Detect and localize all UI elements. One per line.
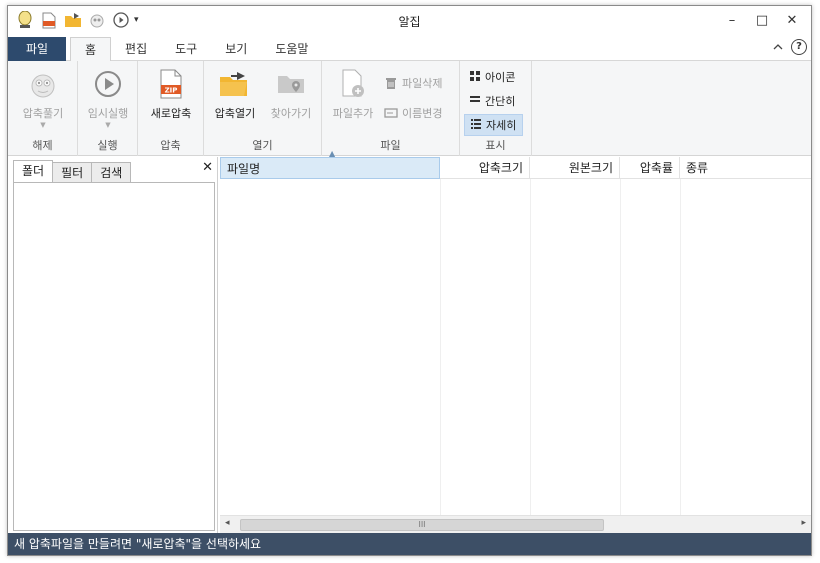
scroll-left-icon[interactable]: ◂ — [225, 518, 230, 528]
new-archive-label: 새로압축 — [150, 107, 192, 120]
left-panel: 폴더 필터 검색 ✕ — [11, 157, 218, 533]
main-window: ▾ 알집 – □ ✕ 파일 홈 편집 도구 보기 도움말 ? 압축풀기 ▼ 해제… — [7, 5, 812, 556]
column-divider — [530, 179, 531, 515]
group-run: 임시실행 ▼ 실행 — [78, 61, 138, 156]
group-label-open: 열기 — [252, 139, 273, 152]
file-list[interactable]: ▲ 파일명 압축크기 원본크기 압축률 종류 ◂ III ▸ — [220, 149, 811, 533]
add-file-icon — [336, 67, 370, 101]
temp-run-label: 임시실행 — [87, 107, 129, 120]
group-label-extract: 해제 — [32, 139, 53, 152]
open-folder-icon — [218, 67, 252, 101]
add-file-button[interactable]: 파일추가 — [326, 67, 380, 121]
view-simple-label: 간단히 — [485, 95, 516, 108]
group-label-view: 표시 — [485, 139, 506, 152]
tab-edit[interactable]: 편집 — [111, 37, 161, 61]
help-icon[interactable]: ? — [791, 39, 807, 55]
list-icon — [470, 95, 480, 108]
sort-ascending-icon: ▲ — [329, 149, 336, 158]
folder-location-icon — [274, 67, 308, 101]
detail-list-icon — [471, 118, 481, 132]
tab-home[interactable]: 홈 — [70, 37, 112, 62]
svg-text:ZIP: ZIP — [165, 87, 178, 95]
group-file: 파일추가 파일삭제 이름변경 파일 — [322, 61, 460, 156]
column-divider — [680, 179, 681, 515]
collapse-ribbon-icon[interactable] — [771, 40, 785, 54]
horizontal-scrollbar[interactable]: ◂ III ▸ — [220, 515, 811, 533]
ribbon: 압축풀기 ▼ 해제 임시실행 ▼ 실행 ZIP 새로압축 압축 압축열기 찾아가… — [8, 61, 811, 156]
group-view: 아이콘 간단히 자세히 표시 — [460, 61, 532, 156]
tab-view[interactable]: 보기 — [211, 37, 261, 61]
ribbon-tab-strip: 파일 홈 편집 도구 보기 도움말 ? — [8, 35, 811, 62]
column-header-compressed-size[interactable]: 압축크기 — [440, 157, 530, 179]
tab-filter[interactable]: 필터 — [52, 162, 93, 183]
close-panel-icon[interactable]: ✕ — [202, 160, 213, 175]
zip-file-icon: ZIP — [154, 67, 188, 101]
temp-run-dropdown-arrow[interactable]: ▼ — [80, 121, 136, 129]
delete-file-button[interactable]: 파일삭제 — [384, 75, 442, 91]
group-label-run: 실행 — [97, 139, 118, 152]
maximize-button[interactable]: □ — [747, 9, 777, 31]
extract-icon — [26, 67, 60, 101]
temp-run-button[interactable]: 임시실행 ▼ — [80, 67, 136, 129]
file-list-header: ▲ 파일명 압축크기 원본크기 압축률 종류 — [220, 149, 811, 179]
view-detail-label: 자세히 — [486, 119, 517, 132]
play-circle-icon — [91, 67, 125, 101]
status-bar: 새 압축파일을 만들려면 "새로압축"을 선택하세요 — [8, 533, 811, 555]
new-archive-button[interactable]: ZIP 새로압축 — [142, 67, 200, 121]
view-simple-button[interactable]: 간단히 — [464, 91, 521, 111]
column-header-type[interactable]: 종류 — [680, 157, 811, 179]
tab-folder[interactable]: 폴더 — [13, 160, 54, 183]
open-archive-button[interactable]: 압축열기 — [208, 67, 262, 121]
open-archive-label: 압축열기 — [214, 107, 256, 120]
close-button[interactable]: ✕ — [777, 9, 807, 31]
column-divider — [620, 179, 621, 515]
tab-file[interactable]: 파일 — [8, 37, 66, 61]
group-label-compress: 압축 — [160, 139, 181, 152]
scroll-right-icon[interactable]: ▸ — [801, 518, 806, 528]
view-icons-label: 아이콘 — [485, 71, 516, 84]
window-title: 알집 — [398, 15, 421, 29]
scrollbar-thumb[interactable]: III — [240, 519, 604, 531]
window-controls: – □ ✕ — [717, 9, 807, 31]
extract-button[interactable]: 압축풀기 ▼ — [14, 67, 72, 129]
extract-label: 압축풀기 — [22, 107, 64, 120]
tab-help[interactable]: 도움말 — [261, 37, 322, 61]
delete-file-label: 파일삭제 — [402, 77, 443, 90]
rename-label: 이름변경 — [402, 107, 443, 120]
left-panel-tabs: 폴더 필터 검색 — [13, 160, 132, 183]
column-header-filename[interactable]: ▲ 파일명 — [220, 149, 440, 179]
group-label-file: 파일 — [380, 139, 401, 152]
rename-button[interactable]: 이름변경 — [384, 105, 442, 121]
folder-tree[interactable] — [13, 182, 215, 531]
group-extract: 압축풀기 ▼ 해제 — [8, 61, 78, 156]
column-divider — [440, 179, 441, 515]
find-location-label: 찾아가기 — [270, 107, 312, 120]
column-header-original-size[interactable]: 원본크기 — [530, 157, 620, 179]
find-location-button[interactable]: 찾아가기 — [264, 67, 318, 121]
column-header-ratio[interactable]: 압축률 — [620, 157, 680, 179]
title-bar: ▾ 알집 – □ ✕ — [8, 6, 811, 35]
extract-dropdown-arrow[interactable]: ▼ — [14, 121, 72, 129]
grid-icon — [470, 70, 480, 84]
view-icons-button[interactable]: 아이콘 — [464, 67, 521, 87]
minimize-button[interactable]: – — [717, 9, 747, 31]
tab-tools[interactable]: 도구 — [161, 37, 211, 61]
group-compress: ZIP 새로압축 압축 — [138, 61, 204, 156]
group-open: 압축열기 찾아가기 열기 — [204, 61, 322, 156]
column-label-filename: 파일명 — [227, 162, 261, 176]
rename-icon — [384, 106, 398, 120]
view-detail-button[interactable]: 자세히 — [464, 114, 524, 136]
tab-search[interactable]: 검색 — [91, 162, 132, 183]
trash-icon — [384, 76, 398, 90]
add-file-label: 파일추가 — [332, 107, 374, 120]
